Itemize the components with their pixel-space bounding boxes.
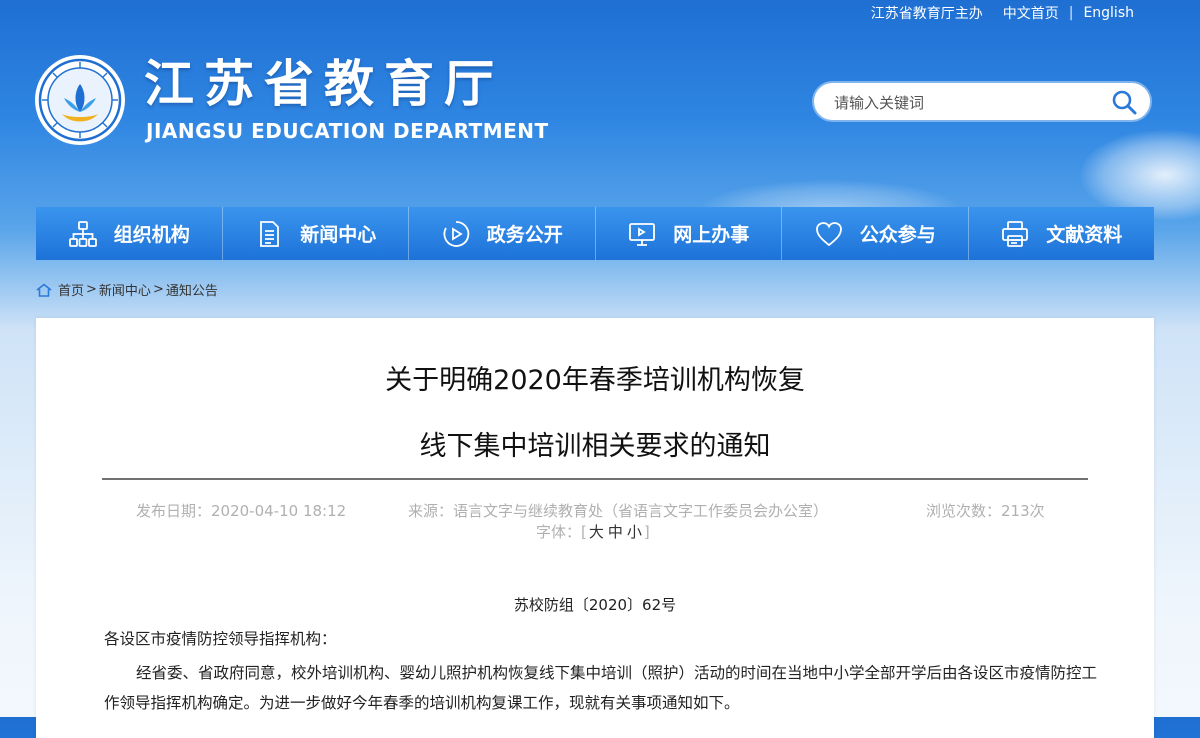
view-count: 浏览次数：213次 xyxy=(926,502,1045,520)
host-label: 江苏省教育厅主办 xyxy=(870,6,983,22)
nav-item-literature[interactable]: 文献资料 xyxy=(969,207,1155,260)
breadcrumb-notices[interactable]: 通知公告 xyxy=(166,280,218,299)
font-size-medium-button[interactable]: 中 xyxy=(606,523,625,541)
nav-item-public-participation[interactable]: 公众参与 xyxy=(782,207,969,260)
chinese-home-link[interactable]: 中文首页 xyxy=(993,3,1069,23)
nav-item-news[interactable]: 新闻中心 xyxy=(223,207,409,260)
article-title-line1: 关于明确2020年春季培训机构恢复 xyxy=(385,365,805,396)
font-size-large-button[interactable]: 大 xyxy=(587,523,606,541)
org-chart-icon xyxy=(68,220,97,247)
publish-date: 发布日期：2020-04-10 18:12 xyxy=(136,502,347,520)
article-panel: 关于明确2020年春季培训机构恢复 线下集中培训相关要求的通知 发布日期：202… xyxy=(36,318,1154,738)
nav-item-label: 政务公开 xyxy=(486,224,563,246)
nav-item-label: 文献资料 xyxy=(1046,224,1123,246)
search-box xyxy=(812,81,1152,122)
font-size-label: 字体： xyxy=(536,523,582,541)
document-icon xyxy=(260,220,280,247)
logo-emblem-icon[interactable] xyxy=(34,54,126,146)
site-title[interactable]: 江苏省教育厅 xyxy=(144,54,504,114)
search-icon[interactable] xyxy=(1110,88,1138,116)
nav-item-online-services[interactable]: 网上办事 xyxy=(596,207,782,260)
search-input[interactable] xyxy=(832,91,1106,115)
breadcrumb-separator: > xyxy=(152,282,164,297)
home-icon xyxy=(36,282,52,297)
nav-item-organization[interactable]: 组织机构 xyxy=(36,207,223,260)
article-paragraph: 经省委、省政府同意，校外培训机构、婴幼儿照护机构恢复线下集中培训（照护）活动的时… xyxy=(104,664,1098,712)
font-size-bracket-open: [ xyxy=(581,523,587,541)
monitor-icon xyxy=(629,222,656,246)
heart-icon xyxy=(815,221,842,246)
font-size-small-button[interactable]: 小 xyxy=(625,523,644,541)
breadcrumb-separator: > xyxy=(86,282,97,297)
site-title-english: JIANGSU EDUCATION DEPARTMENT xyxy=(146,119,549,143)
english-link[interactable]: English xyxy=(1073,5,1144,21)
document-number: 苏校防组〔2020〕62号 xyxy=(513,596,677,614)
article-title-line2: 线下集中培训相关要求的通知 xyxy=(419,431,771,462)
play-circle-icon xyxy=(443,220,469,247)
article-salutation: 各设区市疫情防控领导指挥机构： xyxy=(104,630,337,648)
printer-icon xyxy=(1002,220,1029,247)
nav-item-label: 网上办事 xyxy=(673,224,750,246)
nav-item-government-affairs[interactable]: 政务公开 xyxy=(409,207,596,260)
nav-item-label: 组织机构 xyxy=(113,224,190,246)
title-divider xyxy=(102,478,1088,480)
main-nav: 组织机构 新闻中心 政务公开 网上办事 公众参与 文献资料 xyxy=(36,207,1154,260)
breadcrumb-home[interactable]: 首页 xyxy=(58,280,84,299)
nav-item-label: 新闻中心 xyxy=(300,224,377,246)
breadcrumb-news-center[interactable]: 新闻中心 xyxy=(99,280,151,299)
font-size-control: 字体：[大中小] xyxy=(536,521,650,542)
font-size-bracket-close: ] xyxy=(643,523,650,541)
nav-item-label: 公众参与 xyxy=(859,224,936,246)
breadcrumb: 首页 > 新闻中心 > 通知公告 xyxy=(36,280,218,299)
top-links: 江苏省教育厅主办 中文首页 | English xyxy=(861,3,1144,23)
article-source: 来源：语言文字与继续教育处（省语言文字工作委员会办公室） xyxy=(408,502,829,520)
